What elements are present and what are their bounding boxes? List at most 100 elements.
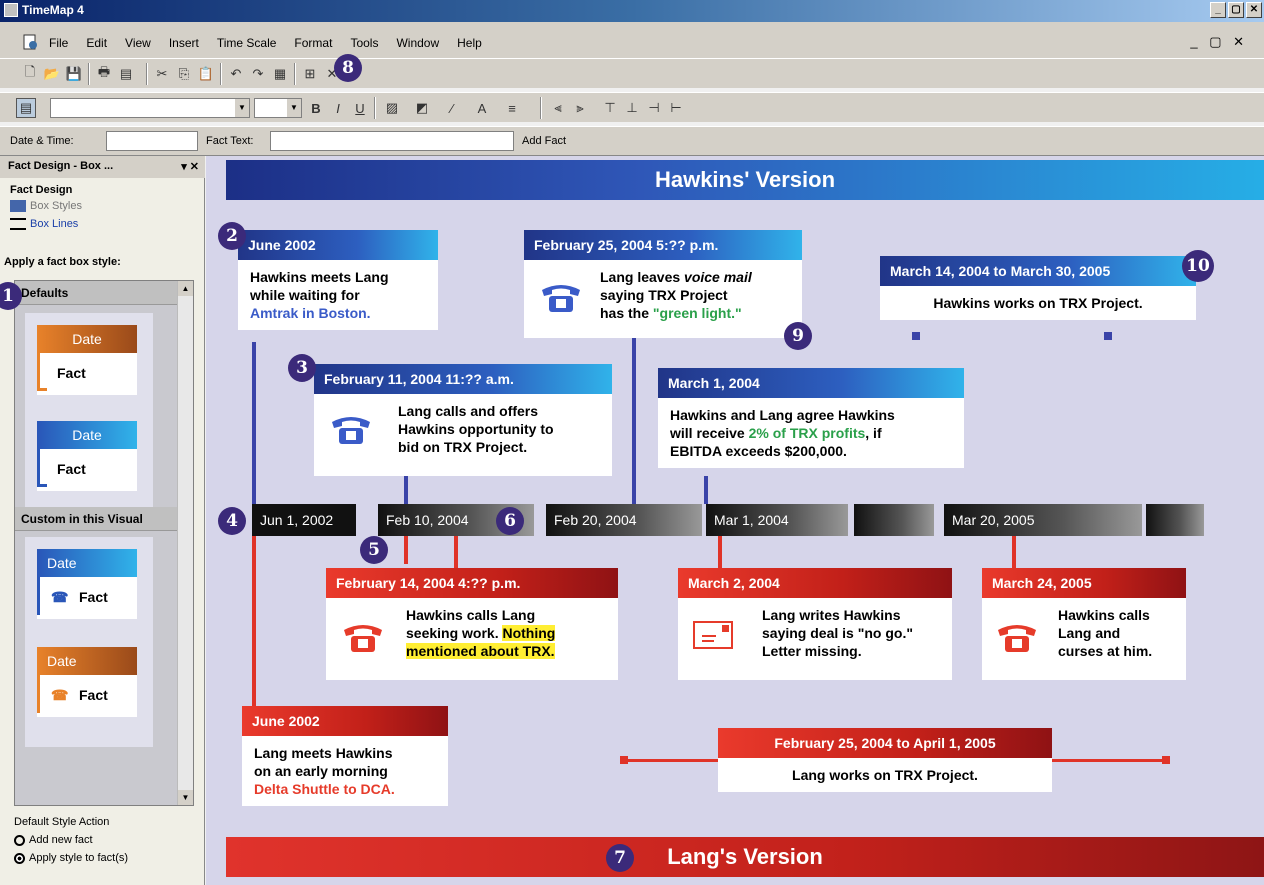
fact-box[interactable]: March 2, 2004 Lang writes Hawkins saying … bbox=[678, 568, 952, 680]
callout-badge: 8 bbox=[334, 54, 362, 82]
font-color-icon[interactable]: A bbox=[472, 98, 492, 118]
menu-window[interactable]: Window bbox=[387, 36, 448, 50]
menu-help[interactable]: Help bbox=[448, 36, 491, 50]
timeline-canvas[interactable]: Hawkins' Version Jun 1, 2002 Feb 10, 200… bbox=[206, 156, 1264, 885]
fact-text: Lang meets Hawkins on an early morning Del… bbox=[242, 736, 448, 806]
close-button[interactable]: ✕ bbox=[1246, 2, 1262, 18]
hawkins-version-header[interactable]: Hawkins' Version bbox=[226, 160, 1264, 200]
print-icon[interactable]: 🖶 bbox=[94, 64, 114, 84]
callout-badge: 5 bbox=[360, 536, 388, 564]
fact-box[interactable]: February 14, 2004 4:?? p.m. Hawkins call… bbox=[326, 568, 618, 680]
menu-file[interactable]: File bbox=[40, 36, 77, 50]
redo-icon[interactable]: ↷ bbox=[248, 64, 268, 84]
timeline-segment[interactable]: Jun 1, 2002 bbox=[252, 504, 356, 536]
menu-view[interactable]: View bbox=[116, 36, 160, 50]
box-lines-link[interactable]: Box Lines bbox=[30, 218, 78, 230]
group-custom: Custom in this Visual bbox=[15, 507, 177, 531]
box-styles-link[interactable]: Box Styles bbox=[30, 200, 82, 212]
date-time-input[interactable] bbox=[106, 131, 198, 151]
pane-title: Fact Design - Box ... bbox=[8, 160, 114, 172]
menu-edit[interactable]: Edit bbox=[77, 36, 116, 50]
align-left-icon[interactable]: ⫷ bbox=[548, 98, 568, 118]
new-icon[interactable]: 🗋 bbox=[20, 64, 40, 84]
timeline-segment[interactable]: Feb 20, 2004 bbox=[546, 504, 702, 536]
fact-box[interactable]: March 24, 2005 Hawkins calls Lang and curs… bbox=[982, 568, 1186, 680]
italic-icon[interactable]: I bbox=[328, 98, 348, 118]
bold-icon[interactable]: B bbox=[306, 98, 326, 118]
timeline-segment[interactable]: Mar 1, 2004 bbox=[706, 504, 848, 536]
fact-box[interactable]: June 2002 Lang meets Hawkins on an early … bbox=[242, 706, 448, 806]
fact-text: Hawkins and Lang agree Hawkins will rece… bbox=[658, 398, 964, 468]
menu-tools[interactable]: Tools bbox=[341, 36, 387, 50]
menu-format[interactable]: Format bbox=[285, 36, 341, 50]
paste-icon[interactable]: 📋 bbox=[196, 64, 216, 84]
fact-text-input[interactable] bbox=[270, 131, 514, 151]
fact-box[interactable]: February 11, 2004 11:?? a.m. Lang calls … bbox=[314, 364, 612, 476]
group-defaults: Defaults bbox=[15, 281, 177, 305]
callout-badge: 4 bbox=[218, 507, 246, 535]
open-icon[interactable]: 📂 bbox=[42, 64, 62, 84]
menu-time-scale[interactable]: Time Scale bbox=[208, 36, 286, 50]
phone-icon bbox=[998, 625, 1036, 652]
style-card-blue-phone[interactable]: Date ☎ Fact bbox=[25, 537, 153, 649]
print-preview-icon[interactable]: ▤ bbox=[116, 64, 136, 84]
align-middle-icon[interactable]: ⊣ bbox=[644, 98, 664, 118]
line-color-icon[interactable]: ∕ bbox=[442, 98, 462, 118]
align-bottom-icon[interactable]: ⊢ bbox=[666, 98, 686, 118]
fact-date: February 25, 2004 to April 1, 2005 bbox=[718, 728, 1052, 758]
timeline-segment[interactable] bbox=[1146, 504, 1204, 536]
style-list-scrollbar[interactable]: ▲ ▼ bbox=[177, 281, 193, 805]
phone-icon bbox=[332, 417, 370, 444]
date-time-label: Date & Time: bbox=[10, 135, 74, 147]
align-center-icon[interactable]: ⊥ bbox=[622, 98, 642, 118]
add-new-fact-radio[interactable]: Add new fact bbox=[14, 834, 128, 846]
connector-line bbox=[252, 536, 256, 712]
fact-date: March 24, 2005 bbox=[982, 568, 1186, 598]
menu-insert[interactable]: Insert bbox=[160, 36, 208, 50]
box-lines-icon bbox=[10, 218, 26, 230]
app-icon bbox=[4, 3, 18, 17]
timeline-segment[interactable]: Mar 20, 2005 bbox=[944, 504, 1142, 536]
fact-box[interactable]: June 2002 Hawkins meets Lang while waitin… bbox=[238, 230, 438, 330]
card-fact: Fact bbox=[37, 353, 137, 395]
save-icon[interactable]: 💾 bbox=[64, 64, 84, 84]
fact-box[interactable]: February 25, 2004 to April 1, 2005 Lang … bbox=[718, 728, 1052, 792]
copy-icon[interactable]: ⎘ bbox=[174, 64, 194, 84]
card-date: Date bbox=[37, 549, 137, 577]
add-fact-button[interactable]: Add Fact bbox=[522, 135, 566, 147]
line-style-icon[interactable]: ≡ bbox=[502, 98, 522, 118]
card-date: Date bbox=[37, 647, 137, 675]
style-card-blue[interactable]: Date Fact bbox=[25, 409, 153, 521]
card-fact: Fact bbox=[37, 449, 137, 491]
fill-gradient-icon[interactable]: ◩ bbox=[412, 98, 432, 118]
underline-icon[interactable]: U bbox=[350, 98, 370, 118]
timeline-segment[interactable] bbox=[854, 504, 934, 536]
format-painter-icon[interactable]: ▦ bbox=[270, 64, 290, 84]
style-card-orange-phone[interactable]: Date ☎ Fact bbox=[25, 635, 153, 747]
minimize-button[interactable]: _ bbox=[1210, 2, 1226, 18]
pane-controls[interactable]: ▾ ✕ bbox=[181, 160, 199, 173]
undo-icon[interactable]: ↶ bbox=[226, 64, 246, 84]
fill-color-icon[interactable]: ▨ bbox=[382, 98, 402, 118]
cut-icon[interactable]: ✂ bbox=[152, 64, 172, 84]
align-right-icon[interactable]: ⫸ bbox=[570, 98, 590, 118]
font-size-select[interactable]: ▼ bbox=[254, 98, 302, 118]
align-top-icon[interactable]: ⊤ bbox=[600, 98, 620, 118]
maximize-button[interactable]: ▢ bbox=[1228, 2, 1244, 18]
properties-icon[interactable]: ⊞ bbox=[300, 64, 320, 84]
mdi-controls[interactable]: _ ▢ ✕ bbox=[1190, 34, 1248, 50]
connector-line bbox=[404, 476, 408, 504]
span-line bbox=[1048, 759, 1166, 762]
apply-style-radio[interactable]: Apply style to fact(s) bbox=[14, 852, 128, 864]
fact-text: Hawkins calls Lang and curses at him. bbox=[982, 598, 1186, 680]
font-name-select[interactable]: ▼ bbox=[50, 98, 250, 118]
style-list[interactable]: Defaults Date Fact Date Fact Custom in t… bbox=[14, 280, 194, 806]
fact-text: Lang writes Hawkins saying deal is "no go… bbox=[678, 598, 952, 680]
fact-box[interactable]: March 14, 2004 to March 30, 2005 Hawkins… bbox=[880, 256, 1196, 320]
fact-design-icon[interactable]: ▤ bbox=[16, 98, 36, 118]
fact-box[interactable]: March 1, 2004 Hawkins and Lang agree Haw… bbox=[658, 368, 964, 468]
default-style-action: Default Style Action Add new fact Apply … bbox=[14, 816, 128, 864]
fact-date: February 11, 2004 11:?? a.m. bbox=[314, 364, 612, 394]
fact-box[interactable]: February 25, 2004 5:?? p.m. Lang leaves … bbox=[524, 230, 802, 338]
lang-version-footer[interactable]: Lang's Version bbox=[226, 837, 1264, 877]
